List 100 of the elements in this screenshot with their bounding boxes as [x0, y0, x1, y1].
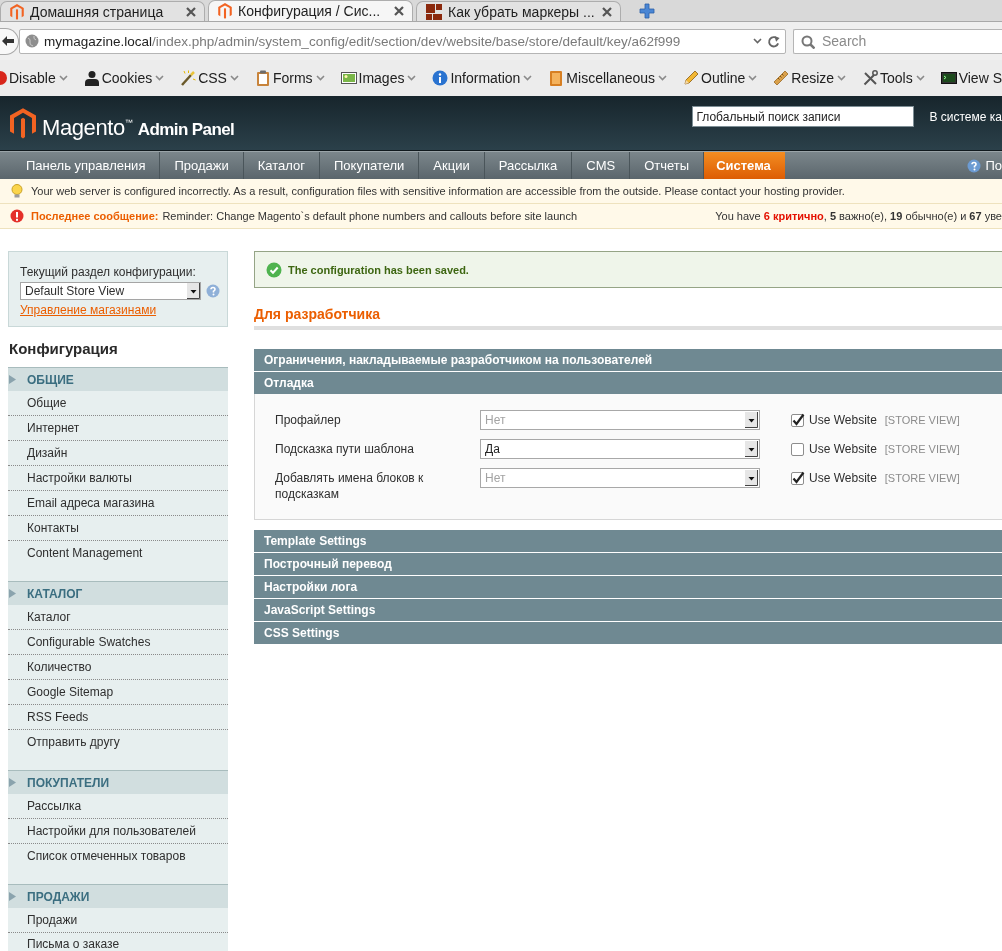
field-label: Профайлер [275, 412, 342, 428]
sidebar-link[interactable]: Письма о заказе [8, 933, 228, 951]
section-title: ПОКУПАТЕЛИ [27, 775, 110, 790]
search-icon [801, 34, 815, 49]
sidebar-link[interactable]: Отправить другу [8, 730, 228, 755]
toolbar-menu-button[interactable]: Miscellaneous [548, 70, 668, 86]
page-title: Для разработчика [254, 305, 381, 323]
fieldset-header[interactable]: Настройки лога [254, 576, 1002, 598]
chevron-down-icon [155, 75, 165, 81]
checkbox-label: Use Website [809, 413, 877, 427]
arrow-left-icon [2, 36, 14, 46]
fieldset-header[interactable]: JavaScript Settings [254, 599, 1002, 621]
sidebar-link[interactable]: Список отмеченных товаров [8, 844, 228, 869]
fieldset-header[interactable]: Ограничения, накладываемые разработчиком на пользователей [254, 349, 1002, 371]
help-link[interactable]: По [967, 152, 1002, 179]
pencil-icon[interactable] [683, 70, 699, 86]
info-icon[interactable] [432, 70, 449, 86]
plus-icon[interactable] [639, 2, 655, 19]
triangle-icon [9, 589, 16, 598]
clipboard-icon[interactable] [254, 70, 271, 86]
section-title: ПРОДАЖИ [27, 889, 90, 904]
sidebar-link[interactable]: Каталог [8, 605, 228, 630]
select-field[interactable]: Да [480, 439, 760, 459]
chevron-down-icon [315, 75, 325, 81]
wand-icon[interactable] [180, 70, 197, 86]
sidebar-link[interactable]: Google Sitemap [8, 680, 228, 705]
browser-tab[interactable]: Конфигурация / Сис... [208, 0, 413, 21]
address-field[interactable]: mymagazine.local/index.php/admin/system_config/edit/section/dev/website/base/store/default/key/a62f999 [19, 28, 786, 54]
globe-icon [25, 34, 39, 48]
fieldset-header[interactable]: Отладка [254, 372, 1002, 394]
chevron-down-icon [523, 75, 533, 81]
sidebar-link[interactable]: Настройки валюты [8, 466, 228, 491]
notice-text: Reminder: Change Magento`s default phone numbers and callouts before site launch [162, 210, 577, 222]
picture-icon[interactable] [340, 70, 357, 86]
terminal-icon[interactable] [940, 70, 957, 86]
fieldset-header[interactable]: Template Settings [254, 530, 1002, 552]
sidebar-link[interactable]: Configurable Swatches [8, 630, 228, 655]
notice-summary: You have 6 критично, 5 важно(е), 19 обычно(е) и 67 уве [715, 210, 1002, 222]
toolbar-menu-button[interactable]: Tools [862, 70, 925, 86]
browser-tab[interactable]: Домашняя страница [0, 1, 205, 21]
fieldset-header[interactable]: CSS Settings [254, 622, 1002, 644]
dropdown-arrow-icon [745, 441, 758, 457]
section-title: КАТАЛОГ [27, 586, 83, 601]
help-icon [967, 158, 982, 173]
sidebar-link[interactable]: Продажи [8, 908, 228, 933]
toolbar-menu-button[interactable]: View S [940, 70, 1002, 86]
search-field[interactable]: Search [793, 28, 1002, 54]
close-icon[interactable] [602, 6, 612, 17]
sidebar-link[interactable]: Общие [8, 391, 228, 416]
squares-icon [426, 3, 442, 20]
triangle-icon [9, 375, 16, 384]
close-icon[interactable] [394, 6, 404, 16]
sidebar-link[interactable]: Content Management [8, 541, 228, 566]
login-status-text: В системе ка [929, 109, 1002, 124]
sidebar-link[interactable]: Дизайн [8, 441, 228, 466]
message-text: The configuration has been saved. [288, 263, 469, 276]
exclamation-icon [10, 209, 24, 223]
field-label: Подсказка пути шаблона [275, 441, 415, 457]
sidebar-link[interactable]: Интернет [8, 416, 228, 441]
toolbar-menu-button[interactable]: Images [340, 70, 417, 86]
browser-tab[interactable]: Как убрать маркеры ... [416, 1, 621, 21]
triangle-icon [9, 778, 16, 787]
store-switcher-label: Текущий раздел конфигурации: [20, 265, 197, 280]
close-icon[interactable] [186, 6, 196, 17]
fieldset-header[interactable]: Построчный перевод [254, 553, 1002, 575]
scope-label: [STORE VIEW] [883, 442, 960, 457]
back-button[interactable] [0, 27, 19, 55]
ruler-icon[interactable] [773, 70, 790, 86]
person-icon[interactable] [83, 70, 100, 86]
sidebar-link[interactable]: Контакты [8, 516, 228, 541]
tools-icon[interactable] [862, 70, 879, 86]
chevron-down-icon [658, 75, 668, 81]
dropdown-arrow-icon [745, 412, 758, 428]
toolbar-menu-button[interactable]: Outline [683, 70, 758, 86]
dropdown-arrow-icon [187, 283, 200, 299]
section-title: ОБЩИЕ [27, 372, 74, 387]
global-search-field[interactable]: Глобальный поиск записи [692, 106, 915, 127]
sidebar-link[interactable]: Количество [8, 655, 228, 680]
logo-icon [10, 3, 24, 20]
reload-icon[interactable] [767, 34, 780, 48]
checkbox-label: Use Website [809, 442, 877, 456]
checkbox[interactable] [791, 442, 805, 456]
scope-label: [STORE VIEW] [883, 471, 960, 486]
toolbar-menu-button[interactable]: Resize [773, 70, 847, 86]
stop-icon[interactable] [0, 70, 7, 86]
toolbar-menu-button[interactable]: Cookies [83, 70, 165, 86]
toolbar-menu-button[interactable]: CSS [180, 70, 239, 86]
logo-icon [218, 3, 232, 19]
sidebar-link[interactable]: Email адреса магазина [8, 491, 228, 516]
chevron-down-icon[interactable] [753, 38, 762, 44]
notice-text: Your web server is configured incorrectly. As a result, configuration files with sensitive information are accessible from the outside. Please contact your hosting provider. [31, 185, 845, 197]
toolbar-menu-button[interactable]: Forms [254, 70, 325, 86]
toolbar-menu-button[interactable]: Information [432, 70, 533, 86]
sidebar-link[interactable]: Настройки для пользователей [8, 819, 228, 844]
logo-subtitle: Admin Panel [137, 119, 235, 139]
toolbar-menu-button[interactable]: Disable [0, 70, 68, 86]
store-select[interactable]: Default Store View [20, 282, 201, 300]
sidebar-link[interactable]: RSS Feeds [8, 705, 228, 730]
sidebar-link[interactable]: Рассылка [8, 794, 228, 819]
notebook-icon[interactable] [548, 70, 565, 86]
